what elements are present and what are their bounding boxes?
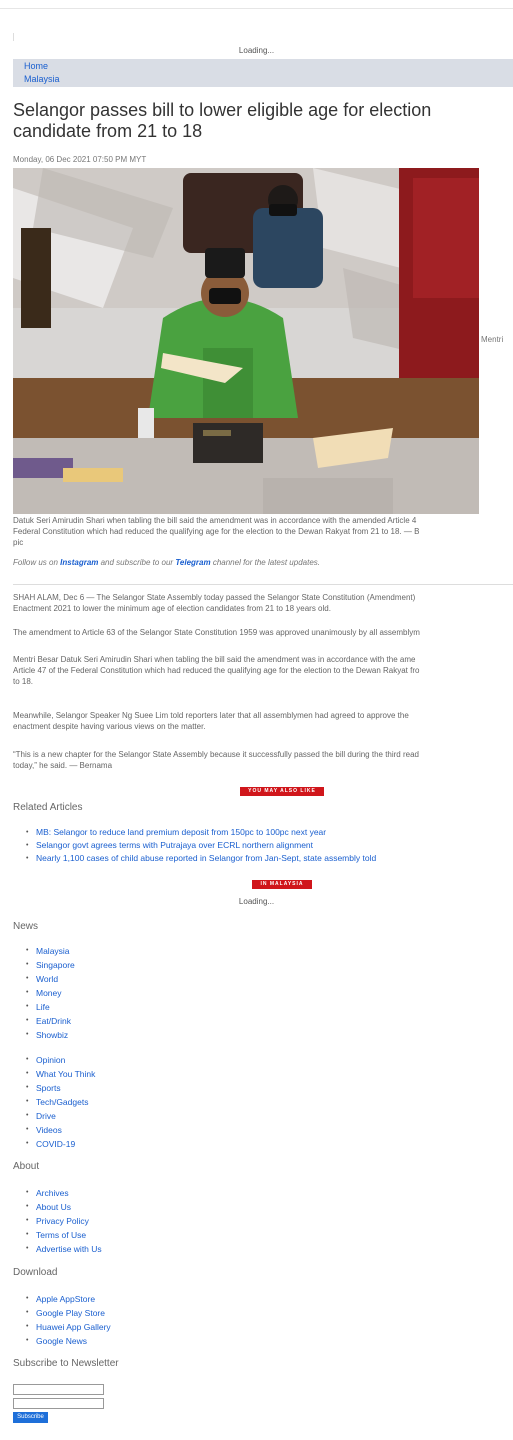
paragraph-line: Enactment 2021 to lower the minimum age … xyxy=(13,604,331,613)
footer-link-opinion[interactable]: Opinion xyxy=(26,1053,95,1067)
header-divider xyxy=(0,8,513,9)
footer-news-list-2: Opinion What You Think Sports Tech/Gadge… xyxy=(26,1053,95,1151)
footer-link-about-us[interactable]: About Us xyxy=(26,1200,102,1214)
footer-link-malaysia[interactable]: Malaysia xyxy=(26,944,75,958)
paragraph-line: today,” he said. — Bernama xyxy=(13,761,113,770)
you-may-also-like-tag: YOU MAY ALSO LIKE xyxy=(240,787,324,796)
paragraph-line: Meanwhile, Selangor Speaker Ng Suee Lim … xyxy=(13,711,409,720)
footer-link-world[interactable]: World xyxy=(26,972,75,986)
paragraph-line: Mentri Besar Datuk Seri Amirudin Shari w… xyxy=(13,655,416,664)
related-article-link[interactable]: Nearly 1,100 cases of child abuse report… xyxy=(26,852,376,865)
article-date: Monday, 06 Dec 2021 07:50 PM MYT xyxy=(13,155,147,164)
footer-link-terms-of-use[interactable]: Terms of Use xyxy=(26,1228,102,1242)
assembly-photo-illustration xyxy=(13,168,479,514)
telegram-link[interactable]: Telegram xyxy=(175,558,210,567)
footer-link-privacy-policy[interactable]: Privacy Policy xyxy=(26,1214,102,1228)
related-articles-list: MB: Selangor to reduce land premium depo… xyxy=(26,826,376,865)
side-caption-text: Mentri xyxy=(481,335,504,344)
article-photo xyxy=(13,168,479,514)
related-articles-heading: Related Articles xyxy=(13,802,83,813)
article-paragraph-2: The amendment to Article 63 of the Selan… xyxy=(13,627,513,638)
paragraph-line: enactment despite having various views o… xyxy=(13,722,206,731)
footer-link-sports[interactable]: Sports xyxy=(26,1081,95,1095)
in-malaysia-tag: IN MALAYSIA xyxy=(252,880,312,889)
paragraph-line: The amendment to Article 63 of the Selan… xyxy=(13,628,420,637)
footer-link-advertise[interactable]: Advertise with Us xyxy=(26,1242,102,1256)
footer-about-heading: About xyxy=(13,1161,40,1172)
photo-caption: Datuk Seri Amirudin Shari when tabling t… xyxy=(13,515,513,548)
related-article-link[interactable]: Selangor govt agrees terms with Putrajay… xyxy=(26,839,376,852)
article-title: Selangor passes bill to lower eligible a… xyxy=(13,100,432,141)
newsletter-heading: Subscribe to Newsletter xyxy=(13,1358,119,1369)
footer-link-tech-gadgets[interactable]: Tech/Gadgets xyxy=(26,1095,95,1109)
follow-prefix: Follow us on xyxy=(13,558,61,567)
footer-download-list: Apple AppStore Google Play Store Huawei … xyxy=(26,1292,111,1348)
footer-news-heading: News xyxy=(13,921,39,932)
related-article-link[interactable]: MB: Selangor to reduce land premium depo… xyxy=(26,826,376,839)
breadcrumb-section-link[interactable]: Malaysia xyxy=(24,74,60,84)
footer-link-huawei-gallery[interactable]: Huawei App Gallery xyxy=(26,1320,111,1334)
footer-link-showbiz[interactable]: Showbiz xyxy=(26,1028,75,1042)
paragraph-line: to 18. xyxy=(13,677,34,686)
footer-news-list: Malaysia Singapore World Money Life Eat/… xyxy=(26,944,75,1042)
loading-text-mid: Loading... xyxy=(238,897,275,906)
article-paragraph-3: Mentri Besar Datuk Seri Amirudin Shari w… xyxy=(13,654,513,687)
footer-link-google-news[interactable]: Google News xyxy=(26,1334,111,1348)
photo-caption-line: Datuk Seri Amirudin Shari when tabling t… xyxy=(13,516,417,525)
paragraph-line: Article 47 of the Federal Constitution w… xyxy=(13,666,420,675)
article-paragraph-4: Meanwhile, Selangor Speaker Ng Suee Lim … xyxy=(13,710,513,732)
follow-middle: and subscribe to our xyxy=(98,558,176,567)
article-divider xyxy=(13,584,513,585)
footer-link-what-you-think[interactable]: What You Think xyxy=(26,1067,95,1081)
footer-link-videos[interactable]: Videos xyxy=(26,1123,95,1137)
paragraph-line: SHAH ALAM, Dec 6 — The Selangor State As… xyxy=(13,593,416,602)
footer-about-list: Archives About Us Privacy Policy Terms o… xyxy=(26,1186,102,1256)
footer-link-archives[interactable]: Archives xyxy=(26,1186,102,1200)
instagram-link[interactable]: Instagram xyxy=(60,558,98,567)
breadcrumb xyxy=(13,59,513,87)
article-paragraph-5: “This is a new chapter for the Selangor … xyxy=(13,749,513,771)
loading-text-top: Loading... xyxy=(238,46,275,55)
photo-caption-line: pic xyxy=(13,538,24,547)
footer-link-singapore[interactable]: Singapore xyxy=(26,958,75,972)
follow-suffix: channel for the latest updates. xyxy=(210,558,320,567)
footer-link-money[interactable]: Money xyxy=(26,986,75,1000)
follow-us-text: Follow us on Instagram and subscribe to … xyxy=(13,558,320,567)
article-paragraph-1: SHAH ALAM, Dec 6 — The Selangor State As… xyxy=(13,592,513,614)
newsletter-email-input[interactable] xyxy=(13,1398,104,1409)
footer-download-heading: Download xyxy=(13,1267,58,1278)
footer-link-google-play[interactable]: Google Play Store xyxy=(26,1306,111,1320)
footer-link-covid-19[interactable]: COVID-19 xyxy=(26,1137,95,1151)
subscribe-button[interactable]: Subscribe xyxy=(13,1412,48,1423)
footer-link-eat-drink[interactable]: Eat/Drink xyxy=(26,1014,75,1028)
footer-link-apple-appstore[interactable]: Apple AppStore xyxy=(26,1292,111,1306)
newsletter-name-input[interactable] xyxy=(13,1384,104,1395)
photo-caption-line: Federal Constitution which had reduced t… xyxy=(13,527,420,536)
footer-link-drive[interactable]: Drive xyxy=(26,1109,95,1123)
breadcrumb-home-link[interactable]: Home xyxy=(24,61,48,71)
footer-link-life[interactable]: Life xyxy=(26,1000,75,1014)
paragraph-line: “This is a new chapter for the Selangor … xyxy=(13,750,419,759)
header-logo-placeholder xyxy=(13,33,14,41)
